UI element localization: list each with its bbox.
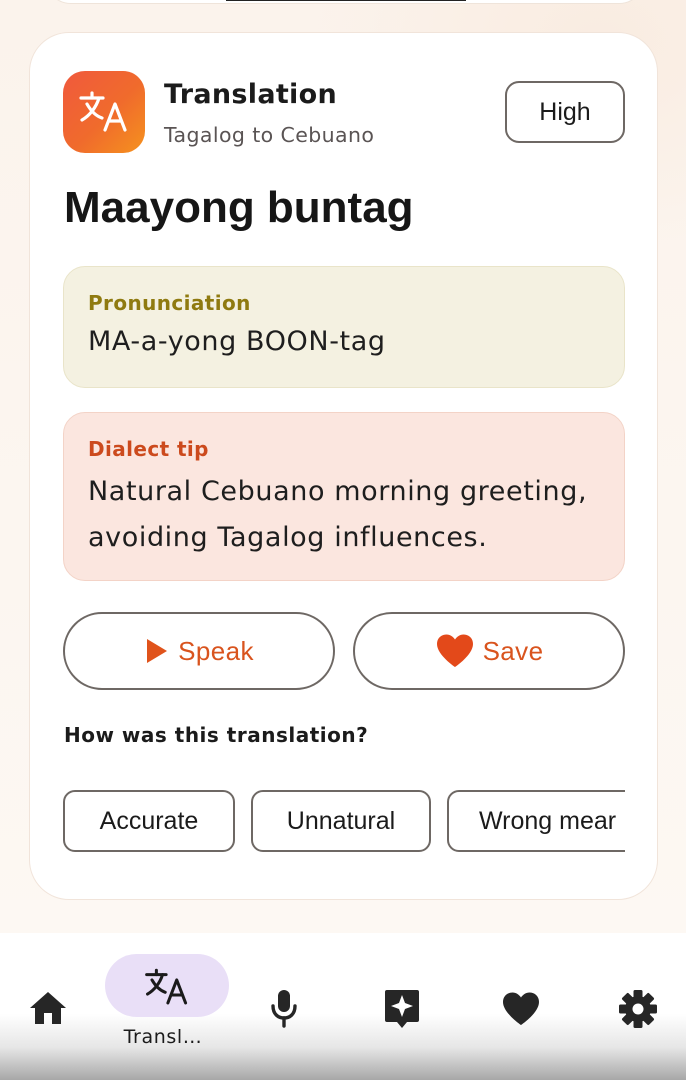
microphone-icon bbox=[271, 990, 297, 1028]
nav-item-voice[interactable] bbox=[266, 987, 302, 1029]
quality-badge-button[interactable]: High bbox=[505, 81, 625, 143]
feedback-chip-unnatural[interactable]: Unnatural bbox=[251, 790, 431, 852]
save-button[interactable]: Save bbox=[353, 612, 625, 690]
nav-label-translate: Transl… bbox=[123, 1026, 203, 1048]
dialect-tip-box: Dialect tip Natural Cebuano morning gree… bbox=[63, 412, 625, 581]
pronunciation-label: Pronunciation bbox=[88, 291, 251, 315]
heart-icon bbox=[436, 634, 473, 667]
dialect-tip-line-1: Natural Cebuano morning greeting, bbox=[88, 476, 588, 507]
feedback-chips: Accurate Unnatural Wrong mear bbox=[63, 790, 625, 854]
feedback-question: How was this translation? bbox=[64, 723, 369, 747]
translate-app-icon bbox=[63, 71, 145, 153]
sparkle-icon bbox=[385, 990, 419, 1028]
dialect-tip-line-2: avoiding Tagalog influences. bbox=[88, 522, 488, 553]
pronunciation-box: Pronunciation MA-a-yong BOON-tag bbox=[63, 266, 625, 388]
pronunciation-text: MA-a-yong BOON-tag bbox=[88, 326, 386, 357]
play-icon bbox=[147, 639, 168, 663]
dialect-tip-label: Dialect tip bbox=[88, 437, 209, 461]
card-title: Translation bbox=[164, 79, 337, 110]
translation-card: Translation Tagalog to Cebuano High Maay… bbox=[29, 32, 658, 900]
nav-translate-icon-wrap bbox=[143, 965, 191, 1009]
nav-item-home[interactable] bbox=[26, 988, 70, 1028]
nav-item-settings[interactable] bbox=[616, 987, 660, 1031]
divider bbox=[226, 0, 466, 1]
home-icon bbox=[30, 992, 66, 1024]
heart-icon bbox=[503, 992, 539, 1025]
save-label: Save bbox=[482, 635, 544, 666]
speak-label: Speak bbox=[178, 635, 254, 666]
translate-icon bbox=[145, 968, 188, 1005]
nav-item-favorites[interactable] bbox=[498, 989, 544, 1029]
translate-icon bbox=[79, 91, 127, 132]
gear-icon bbox=[619, 990, 657, 1028]
feedback-chip-wrong-meaning[interactable]: Wrong mear bbox=[447, 790, 625, 852]
nav-item-phrasebook[interactable] bbox=[382, 988, 422, 1030]
language-pair: Tagalog to Cebuano bbox=[164, 123, 375, 147]
bottom-navigation: Transl… bbox=[0, 933, 686, 1080]
translated-phrase: Maayong buntag bbox=[64, 183, 414, 232]
previous-card-edge bbox=[45, 0, 645, 4]
speak-button[interactable]: Speak bbox=[63, 612, 335, 690]
feedback-chip-accurate[interactable]: Accurate bbox=[63, 790, 235, 852]
